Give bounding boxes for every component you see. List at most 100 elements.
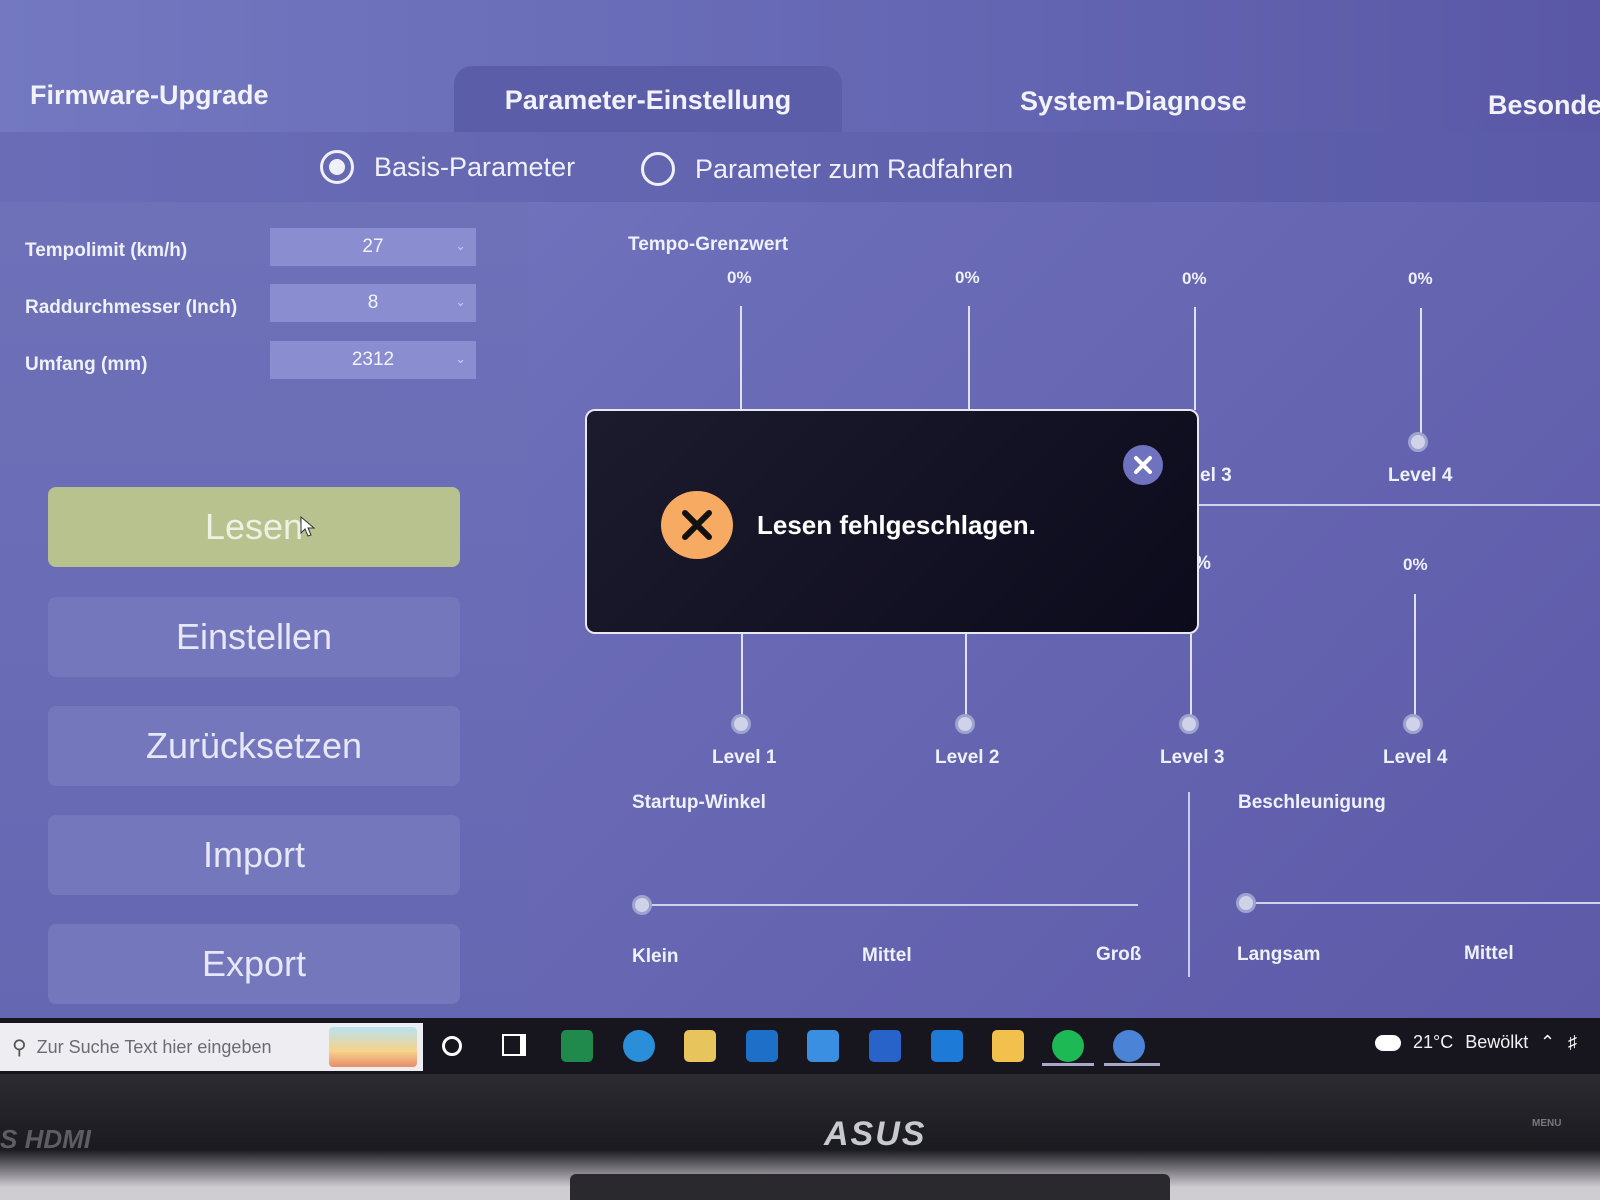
tab-parameter-einstellung[interactable]: Parameter-Einstellung [454,66,842,136]
level-label: Level 2 [935,747,1000,768]
excel-icon[interactable] [561,1030,593,1062]
radio-label: Parameter zum Radfahren [695,153,1014,184]
search-highlight-image [329,1027,417,1067]
cloud-icon [1375,1034,1401,1051]
section-divider [1188,792,1190,977]
level-label: Level 4 [1383,747,1448,768]
taskbar: ⚲ Zur Suche Text hier eingeben 21°C Bewö… [0,1018,1600,1074]
tempo-grenzwert-title: Tempo-Grenzwert [628,234,789,255]
error-dialog: Lesen fehlgeschlagen. [585,409,1199,634]
percent-label: 0% [727,268,752,287]
radio-basis-parameter[interactable]: Basis-Parameter [320,150,575,184]
accel-label-mittel: Mittel [1464,943,1514,964]
slider-track[interactable] [965,634,967,724]
menu-label: MENU [1532,1118,1562,1129]
taskbar-search-box[interactable]: ⚲ Zur Suche Text hier eingeben [0,1023,423,1071]
slider-track[interactable] [968,306,970,410]
einstellen-button[interactable]: Einstellen [48,597,460,677]
chevron-down-icon: ⌄ [455,351,466,366]
level-label: Level 1 [712,747,777,768]
tab-label: Parameter-Einstellung [504,85,792,115]
slider-track[interactable] [741,634,743,724]
hdmi-label: S HDMI [0,1124,91,1154]
active-app-indicator [1042,1063,1094,1066]
beschleunigung-title: Beschleunigung [1238,792,1386,813]
startup-label-gross: Groß [1096,944,1142,965]
cortana-icon[interactable] [442,1036,462,1056]
field-label-raddurchmesser: Raddurchmesser (Inch) [25,297,238,318]
percent-label: 0% [1408,269,1433,288]
weather-text: Bewölkt [1465,1032,1529,1052]
file-explorer-icon[interactable] [992,1030,1024,1062]
slider-knob[interactable] [1403,714,1423,734]
mail-icon[interactable] [807,1030,839,1062]
edge-icon[interactable] [623,1030,655,1062]
tempolimit-select[interactable]: 27 ⌄ [270,228,476,266]
error-message: Lesen fehlgeschlagen. [757,510,1036,540]
tab-besonder[interactable]: Besonder [1488,90,1600,121]
mouse-cursor-icon [300,516,316,537]
field-label-tempolimit: Tempolimit (km/h) [25,240,188,261]
app-window: Firmware-Upgrade Parameter-Einstellung S… [0,0,1600,1018]
weather-temp: 21°C [1413,1032,1454,1052]
chevron-up-icon[interactable]: ⌃ [1540,1032,1555,1053]
lesen-button[interactable]: Lesen [48,487,460,567]
radio-unchecked-icon [641,152,675,186]
radio-parameter-radfahren[interactable]: Parameter zum Radfahren [641,152,1013,186]
percent-label: 0% [1182,269,1207,288]
startup-slider-track[interactable] [642,904,1138,906]
zuruecksetzen-button[interactable]: Zurücksetzen [48,706,460,786]
tab-firmware-upgrade[interactable]: Firmware-Upgrade [30,80,269,111]
accel-label-langsam: Langsam [1237,944,1321,965]
search-placeholder: Zur Suche Text hier eingeben [36,1036,272,1057]
level-label: Level 4 [1388,465,1453,486]
task-view-icon[interactable] [502,1034,526,1056]
startup-label-klein: Klein [632,946,679,967]
slider-knob[interactable] [731,714,751,734]
field-label-umfang: Umfang (mm) [25,354,148,375]
volume-muted-icon[interactable]: ♯ [1568,1032,1577,1053]
spotify-icon[interactable] [1052,1030,1084,1062]
slider-track[interactable] [1190,634,1192,724]
chevron-down-icon: ⌄ [455,238,466,253]
weather-widget[interactable]: 21°C Bewölkt [1375,1032,1528,1053]
select-value: 8 [367,292,379,313]
tab-bar: Firmware-Upgrade Parameter-Einstellung S… [0,0,1600,136]
store-icon[interactable] [684,1030,716,1062]
slider-track[interactable] [1414,594,1416,724]
raddurchmesser-select[interactable]: 8 ⌄ [270,284,476,322]
outlook-icon[interactable] [746,1030,778,1062]
import-button[interactable]: Import [48,815,460,895]
radio-label: Basis-Parameter [374,151,576,182]
startup-slider-knob[interactable] [632,895,652,915]
accel-slider-track[interactable] [1246,902,1600,904]
startup-winkel-title: Startup-Winkel [632,792,766,813]
asus-logo: ASUS [824,1115,927,1153]
radio-checked-icon [320,150,354,184]
umfang-select[interactable]: 2312 ⌄ [270,341,476,379]
tab-system-diagnose[interactable]: System-Diagnose [1020,86,1247,117]
percent-label: 0% [955,268,980,287]
x-circle-icon [661,491,733,559]
select-value: 27 [362,236,384,257]
app-notify-icon[interactable] [1113,1030,1145,1062]
search-icon: ⚲ [12,1036,27,1059]
level-label-partial: el 3 [1200,465,1232,486]
accel-slider-knob[interactable] [1236,893,1256,913]
slider-knob[interactable] [1179,714,1199,734]
slider-knob[interactable] [1408,432,1428,452]
slider-track[interactable] [740,306,742,410]
export-button[interactable]: Export [48,924,460,1004]
monitor-stand [570,1174,1170,1200]
slider-track[interactable] [1194,307,1196,410]
percent-label: 0% [1403,555,1428,574]
slider-track[interactable] [1420,308,1422,436]
chevron-down-icon: ⌄ [455,294,466,309]
slider-knob[interactable] [955,714,975,734]
active-app-indicator [1104,1063,1160,1066]
select-value: 2312 [351,349,395,370]
close-icon[interactable] [1123,445,1163,485]
scanner-icon[interactable] [931,1030,963,1062]
word-icon[interactable] [869,1030,901,1062]
level-label: Level 3 [1160,747,1225,768]
